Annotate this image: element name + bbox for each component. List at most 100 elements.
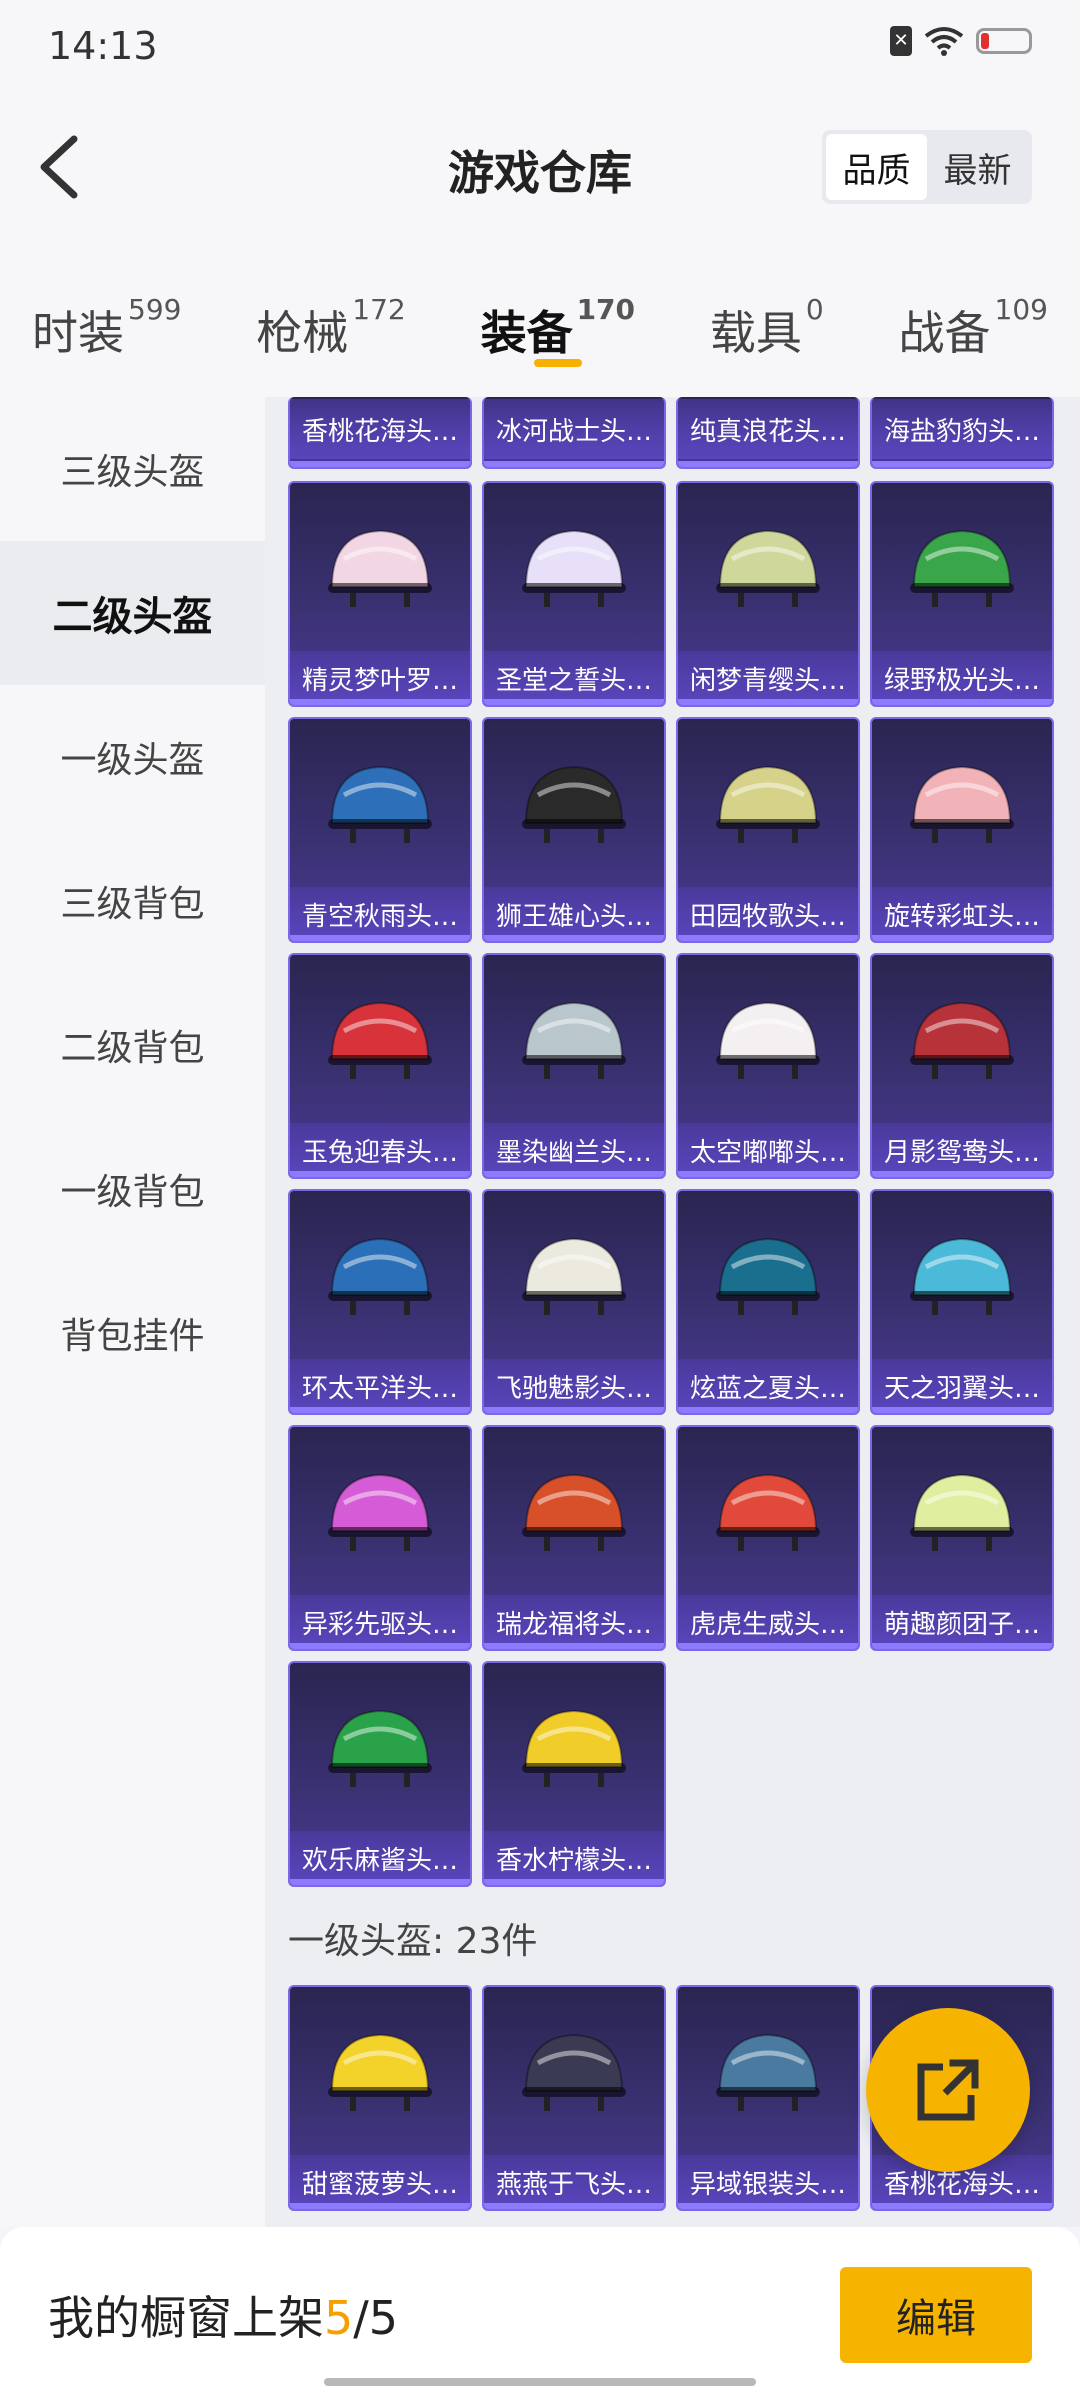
sort-newest-button[interactable]: 最新	[927, 134, 1028, 200]
item-image	[872, 509, 1052, 629]
item-name: 异彩先驱头…	[290, 1595, 470, 1649]
status-time: 14:13	[48, 24, 158, 68]
item-card[interactable]: 太空嘟嘟头…	[676, 953, 860, 1179]
item-name: 香桃花海头…	[290, 399, 470, 459]
item-name: 炫蓝之夏头…	[678, 1359, 858, 1413]
item-card[interactable]: 冰河战士头…	[482, 397, 666, 469]
item-card[interactable]: 香水柠檬头…	[482, 1661, 666, 1887]
item-card[interactable]: 闲梦青缨头…	[676, 481, 860, 707]
item-image	[290, 2013, 470, 2133]
item-grid-area[interactable]: 香桃花海头… 冰河战士头… 纯真浪花头… 海盐豹豹头… 精灵梦叶罗… 圣堂之誓头……	[265, 397, 1080, 2227]
sidebar-item-level3-backpack[interactable]: 三级背包	[0, 829, 265, 973]
helmet-icon	[716, 529, 820, 607]
bottom-bar: 我的橱窗上架5/5 编辑	[0, 2227, 1080, 2400]
item-card[interactable]: 萌趣颜团子…	[870, 1425, 1054, 1651]
item-name: 狮王雄心头…	[484, 887, 664, 941]
item-name: 甜蜜菠萝头…	[290, 2155, 470, 2209]
item-card[interactable]: 异域银装头…	[676, 1985, 860, 2211]
item-card[interactable]: 燕燕于飞头…	[482, 1985, 666, 2211]
category-tabs: 时装 599 枪械 172 装备 170 载具 0 战备 109	[0, 252, 1080, 397]
item-card[interactable]: 炫蓝之夏头…	[676, 1189, 860, 1415]
showcase-status: 我的橱窗上架5/5	[48, 2282, 398, 2348]
item-name: 圣堂之誓头…	[484, 651, 664, 705]
item-card[interactable]: 田园牧歌头…	[676, 717, 860, 943]
item-name: 天之羽翼头…	[872, 1359, 1052, 1413]
item-card[interactable]: 圣堂之誓头…	[482, 481, 666, 707]
share-button[interactable]	[866, 2008, 1030, 2172]
sort-toggle: 品质 最新	[822, 130, 1032, 204]
home-indicator[interactable]	[324, 2378, 756, 2386]
item-image	[484, 981, 664, 1101]
showcase-total: /5	[353, 2291, 399, 2345]
item-image	[484, 1689, 664, 1809]
sidebar-item-level2-helmet[interactable]: 二级头盔	[0, 541, 265, 685]
item-image	[678, 509, 858, 629]
item-card[interactable]: 旋转彩虹头…	[870, 717, 1054, 943]
item-card[interactable]: 青空秋雨头…	[288, 717, 472, 943]
item-name: 闲梦青缨头…	[678, 651, 858, 705]
item-card[interactable]: 绿野极光头…	[870, 481, 1054, 707]
item-name: 海盐豹豹头…	[872, 399, 1052, 459]
item-name: 绿野极光头…	[872, 651, 1052, 705]
tab-fashion[interactable]: 时装 599	[32, 252, 181, 397]
item-card[interactable]: 香桃花海头…	[288, 397, 472, 469]
helmet-icon	[716, 2033, 820, 2111]
helmet-icon	[328, 765, 432, 843]
item-image	[290, 509, 470, 629]
item-name: 异域银装头…	[678, 2155, 858, 2209]
tab-equipment[interactable]: 装备 170	[481, 252, 635, 397]
sidebar-item-level3-helmet[interactable]: 三级头盔	[0, 397, 265, 541]
item-card[interactable]: 月影鸳鸯头…	[870, 953, 1054, 1179]
helmet-icon	[328, 529, 432, 607]
item-name: 香水柠檬头…	[484, 1831, 664, 1885]
helmet-icon	[910, 1237, 1014, 1315]
item-card[interactable]: 狮王雄心头…	[482, 717, 666, 943]
sidebar-item-level1-backpack[interactable]: 一级背包	[0, 1117, 265, 1261]
item-card[interactable]: 虎虎生威头…	[676, 1425, 860, 1651]
helmet-icon	[522, 529, 626, 607]
helmet-icon	[716, 765, 820, 843]
item-card[interactable]: 欢乐麻酱头…	[288, 1661, 472, 1887]
section-heading-level1: 一级头盔: 23件	[288, 1921, 538, 1962]
sim-icon: ✕	[890, 26, 912, 56]
tab-guns[interactable]: 枪械 172	[256, 252, 405, 397]
item-image	[484, 745, 664, 865]
helmet-icon	[910, 1473, 1014, 1551]
item-image	[678, 1453, 858, 1573]
tab-vehicles[interactable]: 载具 0	[710, 252, 824, 397]
item-image	[290, 1217, 470, 1337]
sort-quality-button[interactable]: 品质	[826, 134, 927, 200]
item-name: 纯真浪花头…	[678, 399, 858, 459]
tab-count: 0	[805, 293, 824, 326]
item-name: 太空嘟嘟头…	[678, 1123, 858, 1177]
item-card[interactable]: 海盐豹豹头…	[870, 397, 1054, 469]
item-card[interactable]: 精灵梦叶罗…	[288, 481, 472, 707]
sidebar-item-level2-backpack[interactable]: 二级背包	[0, 973, 265, 1117]
tab-count: 170	[576, 293, 636, 326]
sidebar-item-level1-helmet[interactable]: 一级头盔	[0, 685, 265, 829]
status-bar: 14:13 ✕	[0, 0, 1080, 82]
tab-supplies[interactable]: 战备 109	[899, 252, 1048, 397]
item-card[interactable]: 瑞龙福将头…	[482, 1425, 666, 1651]
level2-helmet-grid: 精灵梦叶罗… 圣堂之誓头… 闲梦青缨头… 绿野极光头… 青空秋雨头… 狮王雄心头… 田园牧歌…	[288, 481, 1058, 1887]
edit-button[interactable]: 编辑	[840, 2267, 1032, 2363]
item-card[interactable]: 天之羽翼头…	[870, 1189, 1054, 1415]
item-card[interactable]: 环太平洋头…	[288, 1189, 472, 1415]
item-card[interactable]: 纯真浪花头…	[676, 397, 860, 469]
item-card[interactable]: 墨染幽兰头…	[482, 953, 666, 1179]
helmet-icon	[328, 1001, 432, 1079]
item-card[interactable]: 异彩先驱头…	[288, 1425, 472, 1651]
helmet-icon	[328, 1473, 432, 1551]
tab-label: 枪械	[256, 306, 349, 360]
header: 游戏仓库 品质 最新	[0, 82, 1080, 252]
item-name: 飞驰魅影头…	[484, 1359, 664, 1413]
item-card[interactable]: 玉兔迎春头…	[288, 953, 472, 1179]
partial-row: 香桃花海头… 冰河战士头… 纯真浪花头… 海盐豹豹头…	[288, 397, 1058, 469]
item-card[interactable]: 飞驰魅影头…	[482, 1189, 666, 1415]
item-name: 月影鸳鸯头…	[872, 1123, 1052, 1177]
sidebar-item-backpack-charm[interactable]: 背包挂件	[0, 1261, 265, 1405]
item-card[interactable]: 甜蜜菠萝头…	[288, 1985, 472, 2211]
showcase-label: 我的橱窗上架	[48, 2291, 324, 2345]
helmet-icon	[910, 765, 1014, 843]
item-name: 环太平洋头…	[290, 1359, 470, 1413]
